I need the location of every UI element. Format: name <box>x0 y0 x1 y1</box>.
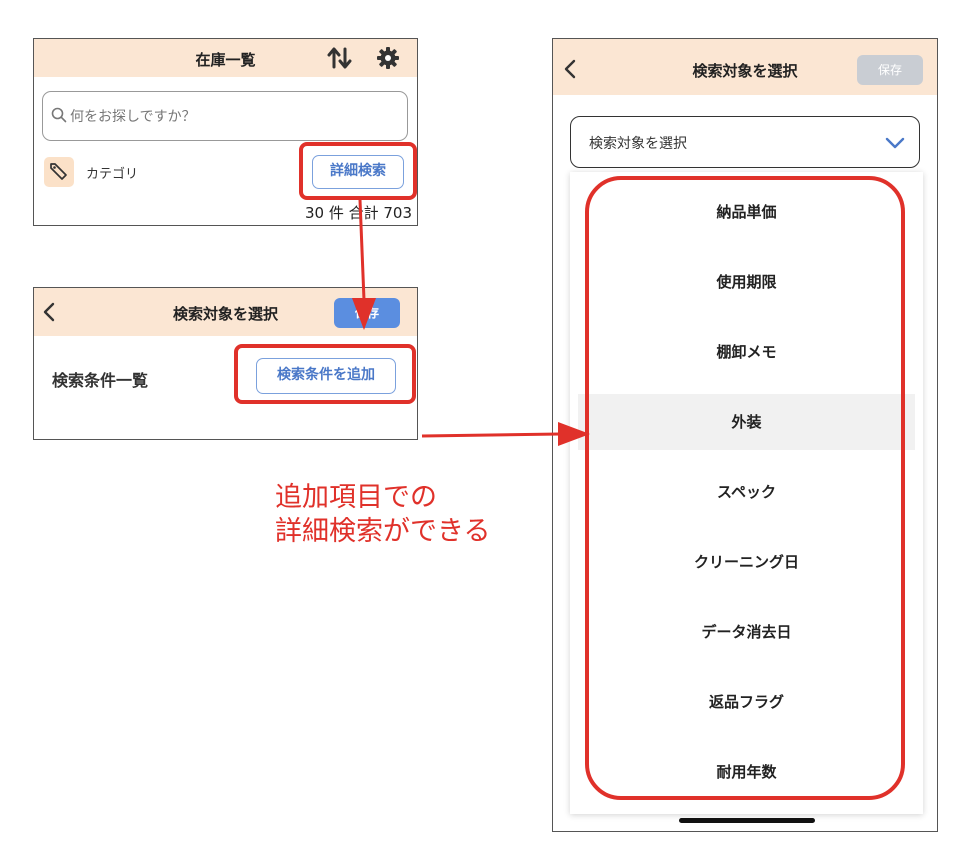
tag-icon <box>44 157 74 187</box>
option-item[interactable]: 使用期限 <box>570 247 923 317</box>
search-conditions-panel: 検索対象を選択 保存 検索条件一覧 検索条件を追加 <box>33 287 418 440</box>
detail-search-button[interactable]: 詳細検索 <box>312 155 404 189</box>
inventory-header: 在庫一覧 <box>34 39 417 77</box>
inventory-panel: 在庫一覧 何をお探しですか？ カテゴリ 詳細検索 30 件 合計 703 <box>33 38 418 226</box>
select-target-panel: 検索対象を選択 保存 検索対象を選択 納品単価 使用期限 棚卸メモ 外装 スペッ… <box>552 38 938 832</box>
search-icon <box>51 107 67 127</box>
conditions-label: 検索条件一覧 <box>52 371 149 390</box>
save-button[interactable]: 保存 <box>857 55 923 85</box>
option-item[interactable]: スペック <box>570 457 923 527</box>
option-item[interactable]: 返品フラグ <box>570 667 923 737</box>
page-title: 在庫一覧 <box>195 51 256 69</box>
select-header: 検索対象を選択 保存 <box>553 39 937 95</box>
option-item[interactable]: 納品単価 <box>570 177 923 247</box>
category-label: カテゴリ <box>86 167 139 182</box>
option-item-highlighted[interactable]: 外装 <box>578 394 915 450</box>
option-item[interactable]: データ消去日 <box>570 597 923 667</box>
conditions-header: 検索対象を選択 保存 <box>34 288 417 336</box>
home-indicator <box>679 818 815 823</box>
annotation-line-2: 詳細検索ができる <box>275 516 491 547</box>
search-placeholder: 何をお探しですか？ <box>70 109 196 125</box>
target-select-dropdown[interactable]: 検索対象を選択 <box>570 116 920 168</box>
save-button[interactable]: 保存 <box>334 298 400 328</box>
option-item[interactable]: 耐用年数 <box>570 737 923 807</box>
search-input[interactable]: 何をお探しですか？ <box>42 91 408 141</box>
option-item[interactable]: 棚卸メモ <box>570 317 923 387</box>
category-filter[interactable]: カテゴリ <box>44 157 194 187</box>
dropdown-value: 検索対象を選択 <box>589 136 687 152</box>
annotation-line-1: 追加項目での <box>275 482 437 513</box>
option-item[interactable]: クリーニング日 <box>570 527 923 597</box>
item-count: 30 件 合計 703 <box>304 204 412 222</box>
target-option-list: 納品単価 使用期限 棚卸メモ 外装 スペック クリーニング日 データ消去日 返品… <box>570 172 923 814</box>
chevron-down-icon <box>885 135 905 154</box>
sort-icon[interactable] <box>327 46 353 70</box>
gear-icon[interactable] <box>376 46 400 70</box>
annotation-text: 追加項目での 詳細検索ができる <box>275 481 490 549</box>
add-condition-button[interactable]: 検索条件を追加 <box>256 358 396 394</box>
